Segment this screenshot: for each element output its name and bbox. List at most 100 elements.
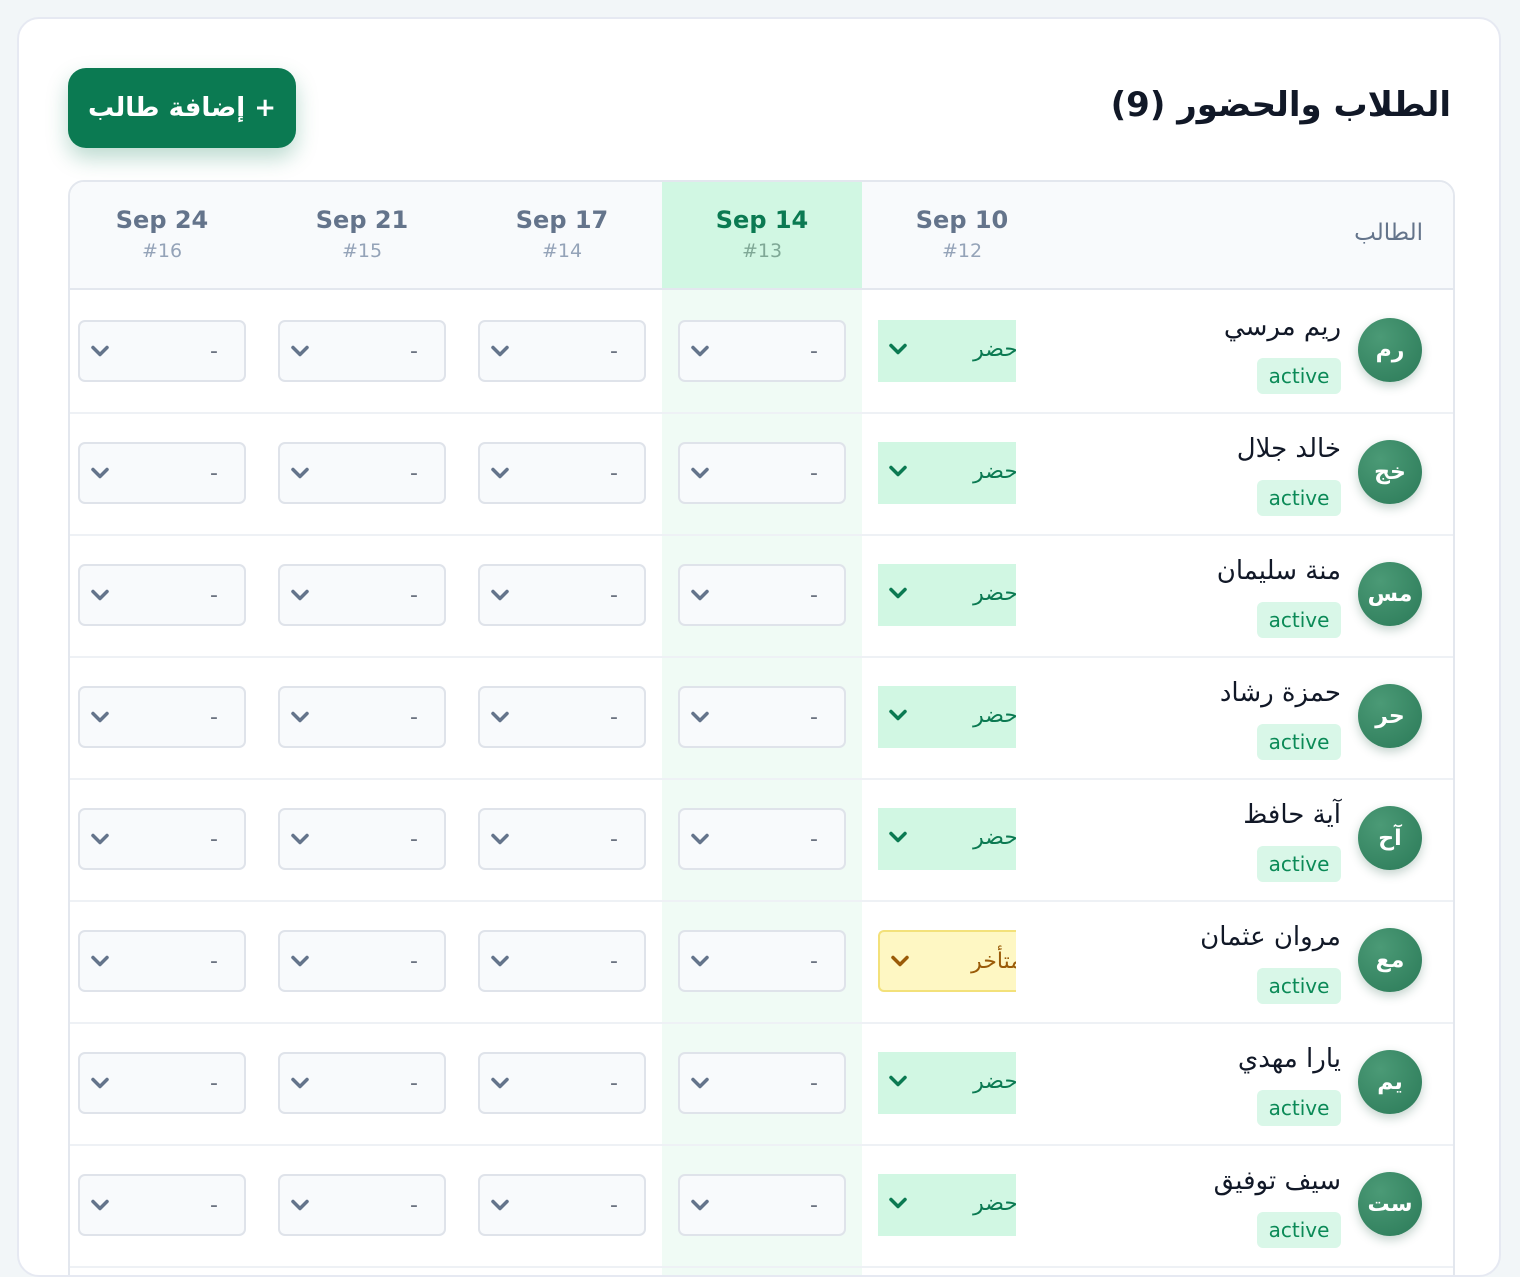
chevron-down-icon: [91, 955, 109, 967]
attendance-select[interactable]: حضر: [878, 564, 1016, 626]
attendance-value: -: [610, 461, 618, 486]
chevron-down-icon: [491, 345, 509, 357]
avatar: مع: [1358, 928, 1422, 992]
attendance-select[interactable]: -: [678, 1052, 846, 1114]
table-row: مس منة سليمان active حضر - - - -: [70, 534, 1453, 658]
session-number: #15: [341, 240, 383, 262]
attendance-select[interactable]: -: [78, 930, 246, 992]
chevron-down-icon: [91, 711, 109, 723]
attendance-select[interactable]: -: [78, 808, 246, 870]
chevron-down-icon: [291, 711, 309, 723]
attendance-select[interactable]: -: [78, 1052, 246, 1114]
attendance-select[interactable]: -: [678, 930, 846, 992]
avatar: حر: [1358, 684, 1422, 748]
attendance-value: متأخر: [971, 949, 1016, 974]
attendance-select[interactable]: -: [478, 564, 646, 626]
attendance-select[interactable]: -: [678, 564, 846, 626]
chevron-down-icon: [491, 589, 509, 601]
attendance-select[interactable]: متأخر: [878, 930, 1016, 992]
table-row: ست سيف توفيق active حضر - - - -: [70, 1144, 1453, 1268]
attendance-select[interactable]: -: [478, 1052, 646, 1114]
session-date: Sep 14: [715, 206, 809, 234]
chevron-down-icon: [491, 467, 509, 479]
session-header: Sep 21 #15: [262, 182, 462, 288]
table-row: حر حمزة رشاد active حضر - - - -: [70, 656, 1453, 780]
table-row: آح آية حافظ active حضر - - - -: [70, 778, 1453, 902]
attendance-value: -: [810, 1193, 818, 1218]
attendance-value: -: [210, 827, 218, 852]
attendance-value: حضر: [973, 1069, 1016, 1094]
session-date: Sep 17: [515, 206, 609, 234]
chevron-down-icon: [291, 589, 309, 601]
chevron-down-icon: [291, 1199, 309, 1211]
attendance-value: حضر: [973, 825, 1016, 850]
attendance-select[interactable]: حضر: [878, 808, 1016, 870]
attendance-select[interactable]: -: [678, 686, 846, 748]
student-name: حمزة رشاد: [1219, 678, 1341, 708]
attendance-select[interactable]: -: [678, 1174, 846, 1236]
attendance-value: حضر: [973, 1191, 1016, 1216]
table-row: رم ريم مرسي active حضر - - - -: [70, 290, 1453, 414]
attendance-select[interactable]: -: [278, 1052, 446, 1114]
avatar: خج: [1358, 440, 1422, 504]
chevron-down-icon: [491, 1199, 509, 1211]
attendance-select[interactable]: -: [478, 442, 646, 504]
attendance-value: -: [410, 1193, 418, 1218]
attendance-select[interactable]: حضر: [878, 686, 1016, 748]
chevron-down-icon: [91, 589, 109, 601]
attendance-value: -: [210, 1193, 218, 1218]
attendance-select[interactable]: -: [678, 320, 846, 382]
chevron-down-icon: [291, 345, 309, 357]
attendance-select[interactable]: -: [78, 564, 246, 626]
attendance-select[interactable]: حضر: [878, 442, 1016, 504]
attendance-select[interactable]: -: [278, 564, 446, 626]
chevron-down-icon: [889, 1197, 907, 1209]
attendance-select[interactable]: -: [478, 1174, 646, 1236]
attendance-select[interactable]: حضر: [878, 1052, 1016, 1114]
attendance-select[interactable]: -: [278, 1174, 446, 1236]
chevron-down-icon: [91, 833, 109, 845]
chevron-down-icon: [491, 1077, 509, 1089]
attendance-select[interactable]: -: [278, 442, 446, 504]
attendance-select[interactable]: -: [678, 442, 846, 504]
attendance-value: -: [410, 339, 418, 364]
status-badge: active: [1257, 968, 1341, 1004]
attendance-select[interactable]: حضر: [878, 320, 1016, 382]
attendance-value: -: [610, 949, 618, 974]
chevron-down-icon: [291, 1077, 309, 1089]
attendance-select[interactable]: -: [478, 686, 646, 748]
attendance-select[interactable]: -: [278, 808, 446, 870]
chevron-down-icon: [291, 467, 309, 479]
attendance-select[interactable]: -: [478, 930, 646, 992]
attendance-select[interactable]: -: [278, 320, 446, 382]
chevron-down-icon: [491, 833, 509, 845]
status-badge: active: [1257, 724, 1341, 760]
attendance-select[interactable]: -: [78, 320, 246, 382]
attendance-select[interactable]: -: [78, 442, 246, 504]
chevron-down-icon: [91, 345, 109, 357]
attendance-select[interactable]: -: [78, 1174, 246, 1236]
attendance-select[interactable]: -: [478, 320, 646, 382]
attendance-select[interactable]: -: [278, 686, 446, 748]
chevron-down-icon: [889, 587, 907, 599]
attendance-value: -: [210, 705, 218, 730]
table-row: مع مروان عثمان active متأخر - - - -: [70, 900, 1453, 1024]
session-number: #12: [941, 240, 983, 262]
attendance-value: حضر: [973, 337, 1016, 362]
add-student-button[interactable]: + إضافة طالب: [68, 68, 296, 148]
attendance-select[interactable]: -: [78, 686, 246, 748]
status-badge: active: [1257, 602, 1341, 638]
session-header: Sep 10 #12: [862, 182, 1062, 288]
chevron-down-icon: [91, 467, 109, 479]
attendance-value: -: [410, 1071, 418, 1096]
attendance-value: -: [610, 339, 618, 364]
attendance-select[interactable]: -: [678, 808, 846, 870]
attendance-select[interactable]: -: [478, 808, 646, 870]
session-date: Sep 21: [315, 206, 409, 234]
student-name: آية حافظ: [1243, 800, 1341, 830]
attendance-value: -: [610, 705, 618, 730]
attendance-select[interactable]: حضر: [878, 1174, 1016, 1236]
attendance-value: -: [610, 1193, 618, 1218]
attendance-select[interactable]: -: [278, 930, 446, 992]
attendance-value: -: [810, 827, 818, 852]
